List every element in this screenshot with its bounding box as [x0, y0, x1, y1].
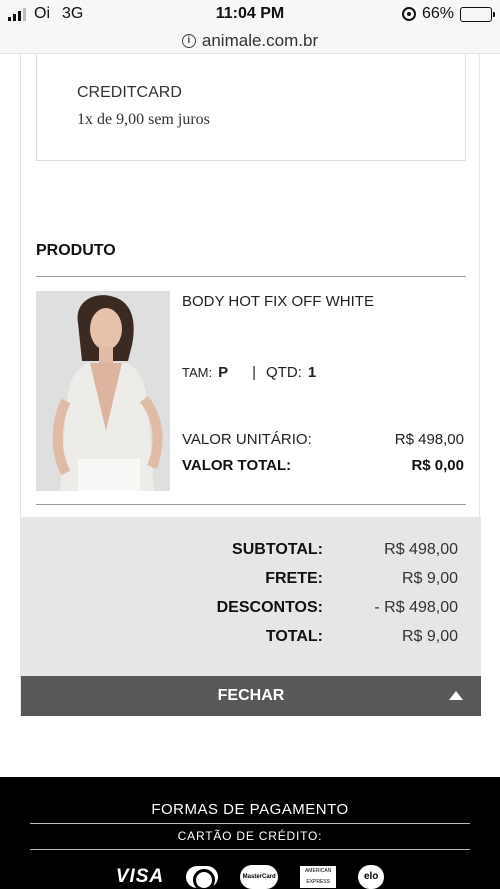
shipping-label: FRETE: [265, 570, 323, 587]
subtotal-label: SUBTOTAL: [232, 541, 323, 558]
battery-icon [460, 6, 495, 22]
collapse-arrow-icon [449, 691, 463, 700]
orientation-lock-icon [401, 7, 416, 21]
footer: FORMAS DE PAGAMENTO CARTÃO DE CRÉDITO: V… [0, 777, 500, 889]
address-bar[interactable]: i animale.com.br [0, 28, 500, 54]
divider [36, 276, 466, 277]
total-price-value: R$ 0,00 [411, 457, 464, 474]
credit-card-subtitle: CARTÃO DE CRÉDITO: [177, 829, 323, 843]
product-section-title: PRODUTO [36, 242, 116, 259]
qty-value: 1 [307, 364, 317, 381]
status-bar: Oi 3G 11:04 PM 66% [0, 0, 500, 28]
meta-separator: | [252, 364, 257, 381]
size-label: TAM: [182, 365, 213, 380]
footer-divider [30, 849, 470, 850]
total-value: R$ 9,00 [401, 628, 458, 645]
info-icon[interactable]: i [181, 34, 196, 48]
discount-label: DESCONTOS: [216, 599, 323, 616]
order-details-panel: CREDITCARD 1x de 9,00 sem juros PRODUTO … [20, 54, 481, 716]
shipping-value: R$ 9,00 [401, 570, 458, 587]
unit-price-label: VALOR UNITÁRIO: [182, 431, 312, 448]
product-meta: TAM: P | QTD: 1 [182, 364, 316, 381]
subtotal-value: R$ 498,00 [384, 541, 458, 558]
status-bar-right: 66% [401, 5, 495, 23]
size-value: P [218, 364, 229, 381]
total-label: TOTAL: [265, 628, 323, 645]
footer-divider [30, 823, 470, 824]
mastercard-logo: MasterCard [240, 865, 279, 889]
divider [36, 504, 466, 505]
product-image[interactable] [36, 291, 170, 491]
qty-label: QTD: [266, 364, 302, 381]
payment-info-box: CREDITCARD 1x de 9,00 sem juros [36, 54, 466, 161]
url-text[interactable]: animale.com.br [202, 31, 318, 51]
card-logos: VISA MasterCard AMERICAN EXPRESS elo [0, 865, 500, 889]
payment-methods-title: FORMAS DE PAGAMENTO [151, 801, 349, 818]
diners-club-logo [186, 866, 219, 889]
discount-value: - R$ 498,00 [374, 599, 458, 616]
payment-method: CREDITCARD [77, 84, 182, 101]
product-name[interactable]: BODY HOT FIX OFF WHITE [182, 293, 374, 310]
payment-installments: 1x de 9,00 sem juros [77, 111, 210, 128]
visa-logo: VISA [115, 866, 165, 887]
close-button-label: FECHAR [217, 687, 285, 704]
close-button[interactable]: FECHAR [21, 676, 481, 716]
unit-price-value: R$ 498,00 [394, 431, 464, 448]
elo-logo: elo [358, 865, 385, 889]
total-price-label: VALOR TOTAL: [182, 457, 292, 474]
order-summary: SUBTOTAL: R$ 498,00 FRETE: R$ 9,00 DESCO… [21, 517, 481, 676]
amex-logo: AMERICAN EXPRESS [300, 866, 337, 888]
battery-percent: 66% [421, 5, 454, 22]
product-photo-illustration [36, 291, 170, 491]
